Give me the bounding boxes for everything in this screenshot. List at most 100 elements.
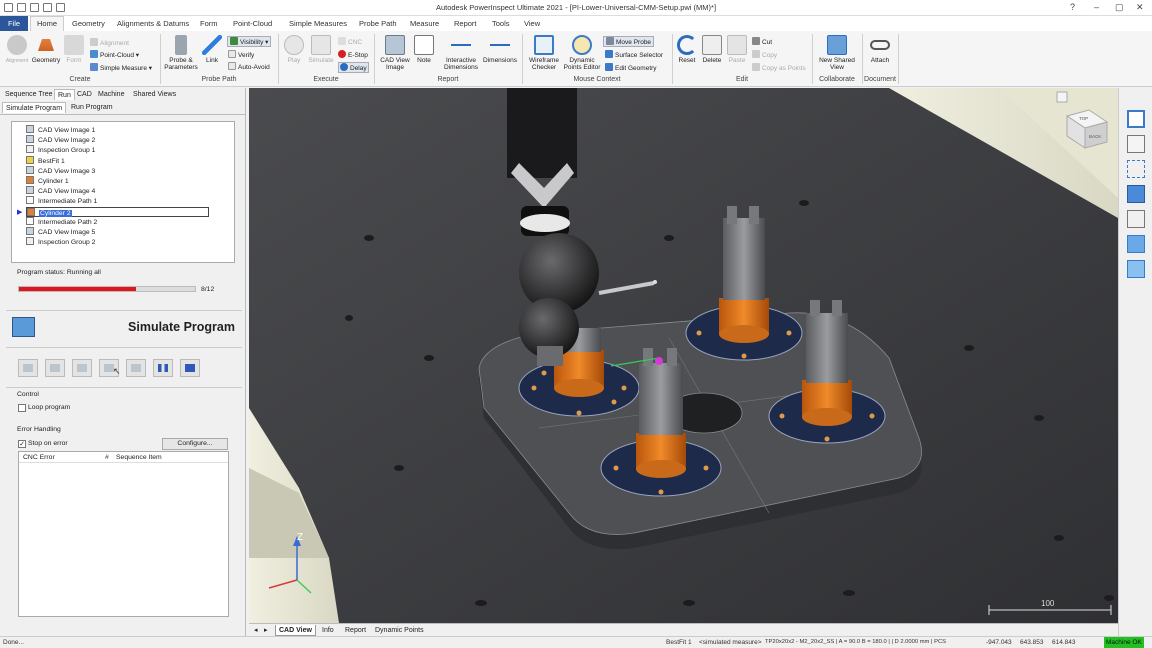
menu-probe-path[interactable]: Probe Path	[359, 19, 397, 28]
attach-button[interactable]: Attach	[866, 35, 894, 64]
tab-simulate-program[interactable]: Simulate Program	[2, 102, 67, 113]
configure-button[interactable]: Configure...	[162, 438, 228, 450]
transparent-view-icon[interactable]	[1127, 260, 1145, 278]
tab-shared-views[interactable]: Shared Views	[130, 89, 179, 100]
fast-forward-button[interactable]	[126, 359, 146, 377]
cnc-button[interactable]: CNC	[338, 37, 362, 46]
tab-cad-view[interactable]: CAD View	[275, 625, 316, 636]
alignment-small-button[interactable]: Alignment	[90, 38, 129, 47]
iso-view-icon[interactable]	[1127, 135, 1145, 153]
note-button[interactable]: Note	[413, 35, 435, 64]
tree-item[interactable]: Intermediate Path 1	[26, 196, 97, 206]
tree-item[interactable]: Intermediate Path 2	[26, 216, 97, 227]
move-probe-button[interactable]: Move Probe	[603, 36, 655, 47]
surface-selector-icon	[605, 50, 613, 58]
wireframe-checker-button[interactable]: Wireframe Checker	[525, 35, 563, 71]
stop-on-error-checkbox[interactable]: ✓	[18, 440, 26, 448]
tab-machine[interactable]: Machine	[95, 89, 127, 100]
menu-home[interactable]: Home	[30, 16, 65, 31]
tab-cad[interactable]: CAD	[74, 89, 95, 100]
menu-simple-measures[interactable]: Simple Measures	[289, 19, 347, 28]
reset-button[interactable]: Reset	[675, 35, 699, 64]
paste-button[interactable]: Paste	[725, 35, 749, 64]
menu-alignments[interactable]: Alignments & Datums	[117, 19, 189, 28]
tree-item[interactable]: CAD View Image 1	[26, 125, 95, 135]
paste-label: Paste	[728, 57, 746, 64]
cad-viewport[interactable]: Z 100 TOP BACK	[249, 88, 1118, 623]
minimize-icon[interactable]: –	[1094, 2, 1099, 12]
menu-point-cloud[interactable]: Point-Cloud	[233, 19, 272, 28]
cut-button[interactable]: Cut	[752, 37, 772, 46]
step-forward-button[interactable]	[72, 359, 92, 377]
menu-report[interactable]: Report	[454, 19, 477, 28]
tab-sequence-tree[interactable]: Sequence Tree	[2, 89, 55, 100]
progress-bar	[18, 286, 196, 292]
surface-selector-button[interactable]: Surface Selector	[605, 50, 663, 59]
tree-item[interactable]: Inspection Group 1	[26, 145, 95, 155]
tab-info[interactable]: Info	[319, 625, 337, 636]
maximize-icon[interactable]: ▢	[1115, 2, 1124, 13]
shaded-view-icon[interactable]	[1127, 185, 1145, 203]
dynamic-points-editor-button[interactable]: Dynamic Points Editor	[561, 35, 603, 71]
tab-run[interactable]: Run	[54, 89, 75, 100]
tree-item[interactable]: CAD View Image 4	[26, 186, 95, 196]
copy-button[interactable]: Copy	[752, 50, 777, 59]
probe-parameters-label: Probe & Parameters	[164, 57, 198, 71]
play-button[interactable]: Play	[282, 35, 306, 64]
tab-scroll-right[interactable]: ▸	[261, 625, 271, 636]
tab-scroll-left[interactable]: ◂	[251, 625, 261, 636]
front-view-icon[interactable]	[1127, 110, 1145, 128]
menu-view[interactable]: View	[524, 19, 540, 28]
link-button[interactable]: Link	[201, 35, 223, 64]
dimensions-button[interactable]: Dimensions	[482, 35, 518, 64]
point-cloud-button[interactable]: Point-Cloud ▾	[90, 50, 139, 59]
home-view-icon[interactable]	[1056, 91, 1068, 103]
section-view-icon[interactable]	[1127, 235, 1145, 253]
menu-tools[interactable]: Tools	[492, 19, 510, 28]
cad-scene[interactable]: Z 100 TOP BACK	[249, 88, 1118, 623]
column-cnc-error[interactable]: CNC Error	[23, 454, 55, 461]
rewind-button[interactable]	[18, 359, 38, 377]
stop-button[interactable]	[180, 359, 200, 377]
close-icon[interactable]: ✕	[1136, 2, 1144, 13]
delay-button[interactable]: Delay	[338, 62, 369, 73]
probe-parameters-button[interactable]: Probe & Parameters	[163, 35, 199, 71]
menu-geometry[interactable]: Geometry	[72, 19, 105, 28]
tree-item[interactable]: Inspection Group 2	[26, 237, 95, 247]
column-number[interactable]: #	[105, 454, 109, 461]
column-sequence-item[interactable]: Sequence Item	[116, 454, 162, 461]
alignment-button[interactable]: Alignment	[4, 35, 30, 65]
loop-program-checkbox[interactable]	[18, 404, 26, 412]
simple-measure-button[interactable]: Simple Measure ▾	[90, 63, 152, 72]
file-menu[interactable]: File	[0, 16, 28, 31]
tab-dynamic-points[interactable]: Dynamic Points	[372, 625, 427, 636]
verify-button[interactable]: Verify	[228, 50, 254, 59]
delete-button[interactable]: Delete	[700, 35, 724, 64]
step-back-button[interactable]	[45, 359, 65, 377]
fit-view-icon[interactable]	[1127, 160, 1145, 178]
pause-button[interactable]	[153, 359, 173, 377]
wireframe-view-icon[interactable]	[1127, 210, 1145, 228]
interactive-dimensions-button[interactable]: Interactive Dimensions	[439, 35, 483, 71]
menu-measure[interactable]: Measure	[410, 19, 439, 28]
auto-avoid-button[interactable]: Auto-Avoid	[228, 62, 270, 71]
cad-view-image-button[interactable]: CAD View Image	[377, 35, 413, 71]
new-shared-view-button[interactable]: New Shared View	[815, 35, 859, 71]
tab-report[interactable]: Report	[342, 625, 369, 636]
tree-item[interactable]: CAD View Image 5	[26, 227, 95, 237]
visibility-button[interactable]: Visibility ▾	[227, 36, 272, 47]
edit-geometry-button[interactable]: Edit Geometry	[605, 63, 657, 72]
tree-item[interactable]: Cylinder 2	[26, 206, 209, 217]
tree-item[interactable]: BestFit 1	[26, 155, 65, 166]
tab-run-program[interactable]: Run Program	[68, 102, 116, 113]
tree-item[interactable]: CAD View Image 3	[26, 165, 95, 176]
geometry-button[interactable]: Geometry	[30, 35, 62, 64]
tree-item[interactable]: Cylinder 1	[26, 176, 69, 186]
help-icon[interactable]: ?	[1070, 2, 1075, 12]
form-button[interactable]: Form	[62, 35, 86, 64]
estop-button[interactable]: E-Stop	[338, 50, 368, 59]
simulate-button[interactable]: Simulate	[307, 35, 335, 64]
tree-item[interactable]: CAD View Image 2	[26, 135, 95, 145]
menu-form[interactable]: Form	[200, 19, 218, 28]
copy-as-points-button[interactable]: Copy as Points	[752, 63, 806, 72]
